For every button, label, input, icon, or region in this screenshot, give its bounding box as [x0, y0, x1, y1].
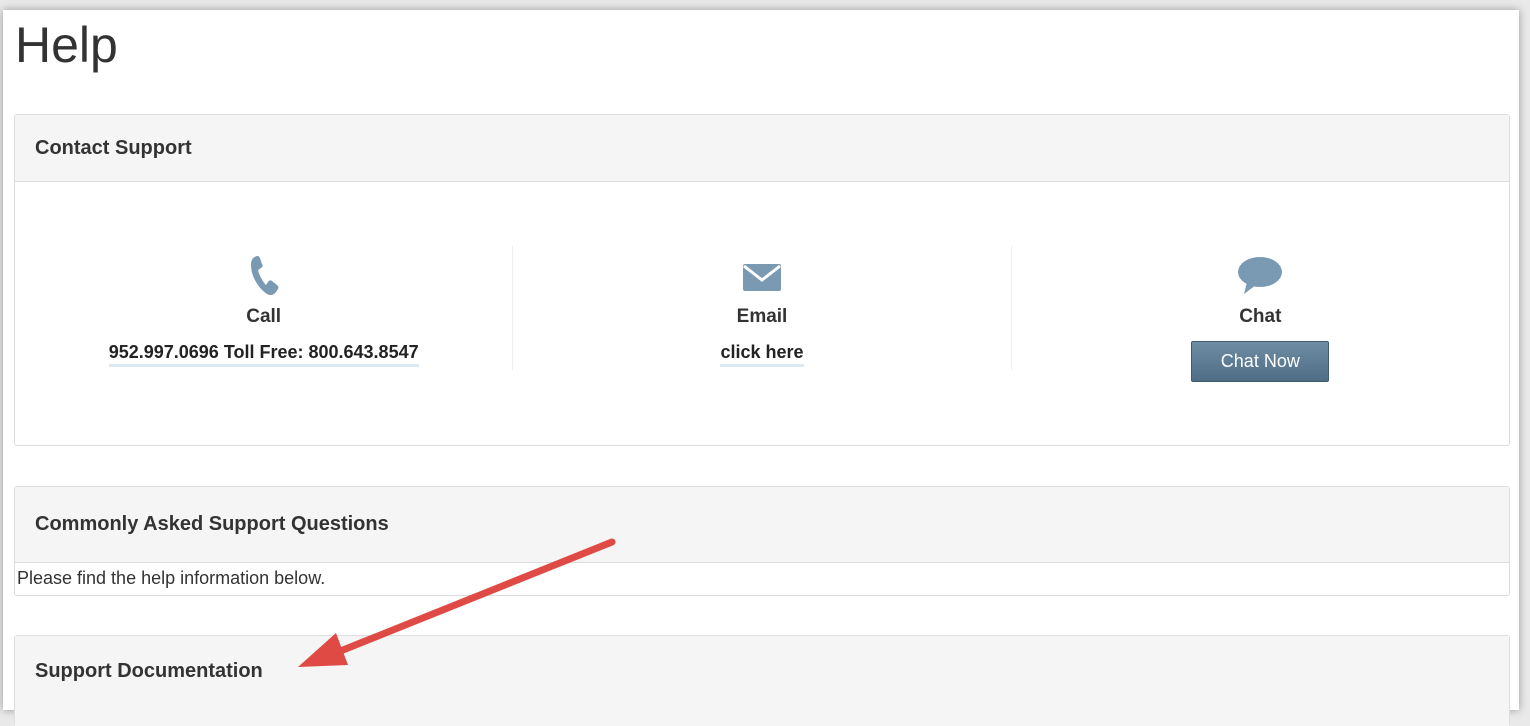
contact-support-title: Contact Support: [35, 136, 192, 159]
chat-now-button[interactable]: Chat Now: [1191, 341, 1330, 382]
support-documentation-panel: Support Documentation: [14, 635, 1510, 726]
faq-heading: Commonly Asked Support Questions: [15, 487, 1509, 563]
contact-chat: Chat Chat Now: [1010, 246, 1509, 382]
contact-call: Call 952.997.0696 Toll Free: 800.643.854…: [15, 246, 512, 370]
support-documentation-title: Support Documentation: [35, 660, 263, 682]
chat-label: Chat: [1239, 306, 1282, 327]
help-page: Help Contact Support Call 952.997.0696 T…: [3, 10, 1519, 726]
faq-title: Commonly Asked Support Questions: [35, 513, 389, 535]
faq-panel: Commonly Asked Support Questions Please …: [14, 486, 1510, 596]
chat-bubble-icon: [1238, 257, 1283, 294]
contact-email: Email click here: [512, 246, 1010, 370]
email-click-here-link[interactable]: click here: [720, 342, 804, 367]
email-label: Email: [736, 306, 788, 327]
contact-support-heading: Contact Support: [15, 115, 1509, 182]
envelope-icon: [742, 264, 781, 291]
faq-body-text: Please find the help information below.: [17, 568, 326, 588]
phone-icon: [250, 256, 279, 296]
page-title: Help: [15, 17, 118, 73]
contact-support-panel: Contact Support Call 952.997.0696 Toll F…: [14, 114, 1510, 446]
contact-options: Call 952.997.0696 Toll Free: 800.643.854…: [15, 246, 1509, 382]
support-documentation-heading[interactable]: Support Documentation: [15, 636, 1509, 726]
call-label: Call: [246, 306, 282, 327]
phone-numbers-link[interactable]: 952.997.0696 Toll Free: 800.643.8547: [108, 342, 419, 367]
